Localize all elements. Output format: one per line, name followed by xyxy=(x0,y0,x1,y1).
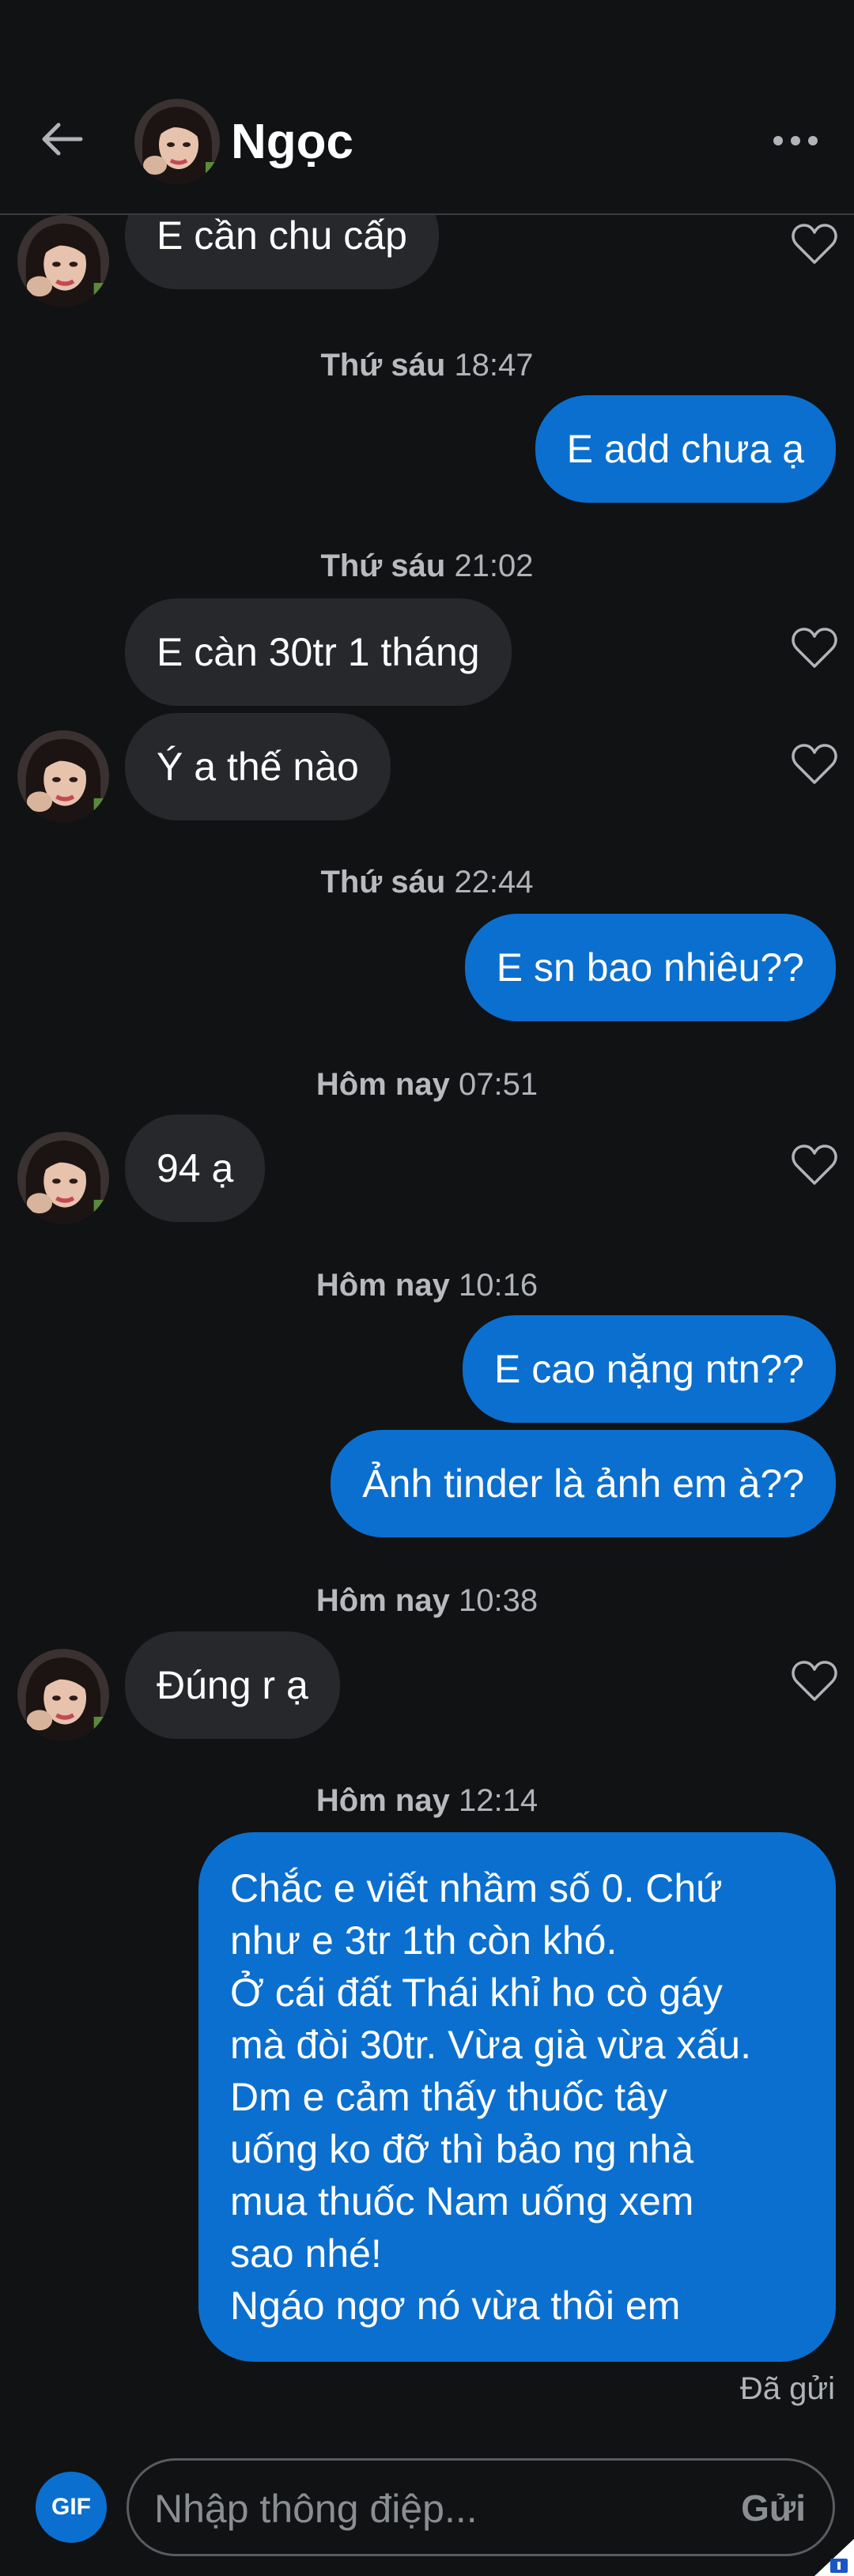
outgoing-message[interactable]: E add chưa ạ xyxy=(535,395,836,503)
timestamp: Hôm nay 07:51 xyxy=(316,1067,538,1102)
outgoing-message[interactable]: E cao nặng ntn?? xyxy=(463,1315,836,1423)
incoming-message[interactable]: Ý a thế nào xyxy=(125,713,391,820)
heart-outline-icon[interactable] xyxy=(791,222,838,266)
sender-avatar[interactable] xyxy=(17,730,109,822)
avatar-photo-icon xyxy=(17,1132,109,1224)
timestamp: Thứ sáu 22:44 xyxy=(320,865,534,900)
outgoing-message[interactable]: E sn bao nhiêu?? xyxy=(464,914,836,1021)
sender-avatar[interactable] xyxy=(17,1132,109,1224)
send-button[interactable]: Gửi xyxy=(741,2483,806,2533)
message-composer: GIF Gửi xyxy=(0,2435,854,2576)
message-line: mua thuốc Nam uống xem xyxy=(230,2179,694,2223)
incoming-message[interactable]: 94 ạ xyxy=(125,1115,266,1222)
message-line: sao nhé! xyxy=(230,2231,382,2276)
gif-button[interactable]: GIF xyxy=(36,2472,107,2543)
avatar-photo-icon xyxy=(17,215,109,307)
chat-header: Ngọc xyxy=(0,0,854,215)
heart-outline-icon[interactable] xyxy=(791,742,838,786)
contact-name[interactable]: Ngọc xyxy=(231,111,353,174)
message-line: như e 3tr 1th còn khó. xyxy=(230,1918,618,1963)
contact-avatar[interactable] xyxy=(134,99,220,184)
sender-avatar[interactable] xyxy=(17,1649,109,1741)
message-line: Ở cái đất Thái khỉ ho cò gáy xyxy=(230,1971,723,2015)
message-input-wrapper[interactable]: Gửi xyxy=(127,2458,835,2556)
back-button[interactable] xyxy=(33,111,90,168)
avatar-photo-icon xyxy=(134,99,220,184)
message-input[interactable] xyxy=(153,2475,670,2543)
timestamp: Hôm nay 12:14 xyxy=(316,1783,538,1818)
more-dots-icon xyxy=(773,136,818,145)
corner-badge-icon xyxy=(814,2539,854,2576)
message-line: mà đòi 30tr. Vừa già vừa xấu. xyxy=(230,2023,751,2067)
avatar-photo-icon xyxy=(17,1649,109,1741)
message-line: uống ko đỡ thì bảo ng nhà xyxy=(230,2127,694,2171)
incoming-message[interactable]: E cần chu cấp xyxy=(125,215,439,289)
timestamp: Hôm nay 10:16 xyxy=(316,1268,538,1303)
more-options-button[interactable] xyxy=(767,119,824,163)
message-list[interactable]: E cần chu cấp Thứ sáu 18:47 E add chưa ạ… xyxy=(0,215,854,2428)
incoming-message[interactable]: Đúng r ạ xyxy=(125,1631,340,1739)
timestamp: Hôm nay 10:38 xyxy=(316,1583,538,1618)
heart-outline-icon[interactable] xyxy=(791,1143,838,1187)
timestamp: Thứ sáu 21:02 xyxy=(320,549,534,583)
message-line: Dm e cảm thấy thuốc tây xyxy=(230,2075,668,2119)
avatar-photo-icon xyxy=(17,730,109,822)
incoming-message[interactable]: E càn 30tr 1 tháng xyxy=(125,598,512,706)
message-line: Chắc e viết nhầm số 0. Chứ xyxy=(230,1866,723,1910)
outgoing-message[interactable]: Chắc e viết nhầm số 0. Chứ như e 3tr 1th… xyxy=(198,1832,836,2362)
sender-avatar[interactable] xyxy=(17,215,109,307)
timestamp: Thứ sáu 18:47 xyxy=(320,348,534,383)
heart-outline-icon[interactable] xyxy=(791,1659,838,1703)
arrow-left-icon xyxy=(42,123,83,156)
gif-icon: GIF xyxy=(51,2494,91,2520)
message-line: Ngáo ngơ nó vừa thôi em xyxy=(230,2284,681,2328)
outgoing-message[interactable]: Ảnh tinder là ảnh em à?? xyxy=(331,1430,836,1537)
delivery-status: Đã gửi xyxy=(739,2371,835,2406)
heart-outline-icon[interactable] xyxy=(791,626,838,670)
